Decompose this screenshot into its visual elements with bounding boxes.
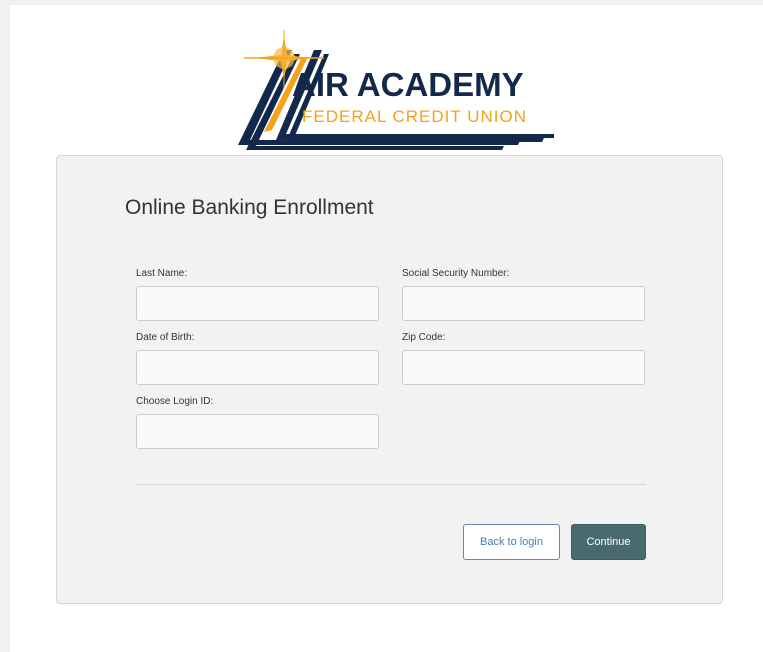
- login-id-label: Choose Login ID:: [136, 396, 214, 407]
- page: AIR ACADEMY FEDERAL CREDIT UNION Online …: [10, 5, 763, 652]
- dob-label: Date of Birth:: [136, 332, 195, 343]
- login-id-input[interactable]: [136, 414, 379, 449]
- dob-input[interactable]: [136, 350, 379, 385]
- zip-input[interactable]: [402, 350, 645, 385]
- last-name-field-group: Last Name:: [136, 268, 379, 321]
- zip-label: Zip Code:: [402, 332, 446, 343]
- logo-line1: AIR ACADEMY: [292, 66, 524, 103]
- logo-line2: FEDERAL CREDIT UNION: [302, 107, 527, 126]
- ssn-input[interactable]: [402, 286, 645, 321]
- dob-field-group: Date of Birth:: [136, 332, 379, 385]
- logo-graphic: AIR ACADEMY FEDERAL CREDIT UNION: [238, 30, 554, 150]
- login-id-field-group: Choose Login ID:: [136, 396, 379, 449]
- air-academy-logo: AIR ACADEMY FEDERAL CREDIT UNION: [224, 30, 574, 155]
- page-title: Online Banking Enrollment: [125, 196, 374, 219]
- enrollment-card: Online Banking Enrollment Last Name: Soc…: [56, 155, 723, 604]
- ssn-label: Social Security Number:: [402, 268, 510, 279]
- form-divider: [136, 484, 646, 485]
- last-name-label: Last Name:: [136, 268, 188, 279]
- zip-field-group: Zip Code:: [402, 332, 645, 385]
- ssn-field-group: Social Security Number:: [402, 268, 645, 321]
- continue-button[interactable]: Continue: [571, 524, 646, 560]
- back-to-login-button[interactable]: Back to login: [463, 524, 560, 560]
- last-name-input[interactable]: [136, 286, 379, 321]
